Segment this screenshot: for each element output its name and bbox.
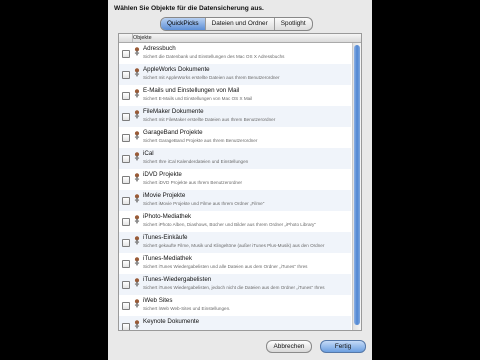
- source-segmented-control: QuickPicks Dateien und Ordner Spotlight: [160, 17, 313, 31]
- item-description: Sichert iTunes Wiedergabelisten, jedoch …: [143, 285, 325, 290]
- list-item[interactable]: E-Mails und Einstellungen von Mail Sicher…: [119, 85, 351, 106]
- scrollbar-thumb[interactable]: [354, 45, 360, 325]
- item-checkbox[interactable]: [122, 113, 130, 121]
- app-icon: [134, 152, 140, 161]
- app-icon: [134, 47, 140, 56]
- item-checkbox[interactable]: [122, 134, 130, 142]
- item-checkbox[interactable]: [122, 260, 130, 268]
- tab-files-and-folders[interactable]: Dateien und Ordner: [204, 18, 274, 30]
- app-icon: [134, 194, 140, 203]
- list-item[interactable]: iWeb Sites Sichert iWeb Web-Sites und Ein…: [119, 295, 351, 316]
- item-title: iPhoto-Mediathek: [143, 213, 192, 220]
- app-icon: [134, 68, 140, 77]
- dialog-heading: Wählen Sie Objekte für die Datensicherun…: [114, 5, 264, 12]
- item-checkbox[interactable]: [122, 71, 130, 79]
- item-checkbox[interactable]: [122, 92, 130, 100]
- objects-list: Objekte Adressbuch Sichert die Datenbank …: [118, 33, 362, 331]
- item-title: GarageBand Projekte: [143, 129, 203, 136]
- item-title: iTunes-Wiedergabelisten: [143, 276, 212, 283]
- app-icon: [134, 278, 140, 287]
- item-title: iDVD Projekte: [143, 171, 182, 178]
- app-icon: [134, 110, 140, 119]
- item-checkbox[interactable]: [122, 155, 130, 163]
- item-title: Keynote Dokumente: [143, 318, 200, 325]
- tab-spotlight[interactable]: Spotlight: [273, 18, 312, 30]
- item-title: Adressbuch: [143, 45, 176, 52]
- list-item[interactable]: iTunes-Wiedergabelisten Sichert iTunes Wi…: [119, 274, 351, 295]
- item-checkbox[interactable]: [122, 323, 130, 330]
- app-icon: [134, 173, 140, 182]
- item-checkbox[interactable]: [122, 197, 130, 205]
- app-icon: [134, 215, 140, 224]
- item-checkbox[interactable]: [122, 281, 130, 289]
- item-title: iTunes-Einkäufe: [143, 234, 188, 241]
- checkbox-column-header: [119, 34, 133, 42]
- objects-rows: Adressbuch Sichert die Datenbank und Eins…: [119, 43, 351, 330]
- app-icon: [134, 320, 140, 329]
- item-description: Sichert iPhoto Alben, Diashows, Bücher u…: [143, 222, 316, 227]
- backup-selection-sheet: Wählen Sie Objekte für die Datensicherun…: [108, 0, 372, 360]
- item-checkbox[interactable]: [122, 50, 130, 58]
- item-description: Sichert die Datenbank und Einstellungen …: [143, 54, 285, 59]
- item-title: iTunes-Mediathek: [143, 255, 192, 262]
- item-title: iMovie Projekte: [143, 192, 186, 199]
- list-item[interactable]: FileMaker Dokumente Sichert mit FileMaker…: [119, 106, 351, 127]
- item-description: Sichert iWeb Web-Sites und Einstellungen…: [143, 306, 231, 311]
- item-title: E-Mails und Einstellungen von Mail: [143, 87, 240, 94]
- list-item[interactable]: GarageBand Projekte Sichert GarageBand Pr…: [119, 127, 351, 148]
- done-button[interactable]: Fertig: [320, 340, 366, 353]
- item-checkbox[interactable]: [122, 218, 130, 226]
- item-title: iCal: [143, 150, 154, 157]
- list-item[interactable]: iMovie Projekte Sichert iMovie Projekte u…: [119, 190, 351, 211]
- item-description: Sichert iDVD Projekte aus Ihrem Benutzer…: [143, 180, 243, 185]
- item-title: iWeb Sites: [143, 297, 173, 304]
- item-description: Sichert mit FileMaker erstellte Dateien …: [143, 117, 276, 122]
- item-description: Sichert E-Mails und Einstellungen von Ma…: [143, 96, 253, 101]
- item-title: AppleWorks Dokumente: [143, 66, 210, 73]
- objects-column-title: Objekte: [133, 35, 152, 41]
- list-item[interactable]: iCal Sichert Ihre iCal Kalenderdateien un…: [119, 148, 351, 169]
- item-checkbox[interactable]: [122, 302, 130, 310]
- list-item[interactable]: iTunes-Einkäufe Sichert gekaufte Filme, M…: [119, 232, 351, 253]
- list-item[interactable]: iPhoto-Mediathek Sichert iPhoto Alben, Di…: [119, 211, 351, 232]
- app-icon: [134, 89, 140, 98]
- item-checkbox[interactable]: [122, 176, 130, 184]
- list-item[interactable]: Adressbuch Sichert die Datenbank und Eins…: [119, 43, 351, 64]
- app-icon: [134, 236, 140, 245]
- list-item[interactable]: iTunes-Mediathek Sichert iTunes Wiedergab…: [119, 253, 351, 274]
- app-icon: [134, 131, 140, 140]
- list-item[interactable]: Keynote Dokumente: [119, 316, 351, 330]
- item-description: Sichert mit AppleWorks erstellte Dateien…: [143, 75, 280, 80]
- app-icon: [134, 257, 140, 266]
- item-title: FileMaker Dokumente: [143, 108, 204, 115]
- item-checkbox[interactable]: [122, 239, 130, 247]
- item-description: Sichert iMovie Projekte und Filme aus Ih…: [143, 201, 265, 206]
- cancel-button[interactable]: Abbrechen: [266, 340, 312, 353]
- vertical-scrollbar[interactable]: [352, 43, 361, 330]
- list-column-header[interactable]: Objekte: [119, 34, 361, 43]
- item-description: Sichert iTunes Wiedergabelisten und alle…: [143, 264, 308, 269]
- tab-quickpicks[interactable]: QuickPicks: [161, 18, 205, 30]
- list-item[interactable]: AppleWorks Dokumente Sichert mit AppleWor…: [119, 64, 351, 85]
- item-description: Sichert Ihre iCal Kalenderdateien und Ei…: [143, 159, 249, 164]
- app-icon: [134, 299, 140, 308]
- list-item[interactable]: iDVD Projekte Sichert iDVD Projekte aus I…: [119, 169, 351, 190]
- item-description: Sichert GarageBand Projekte aus Ihrem Be…: [143, 138, 258, 143]
- item-description: Sichert gekaufte Filme, Musik und Klinge…: [143, 243, 325, 248]
